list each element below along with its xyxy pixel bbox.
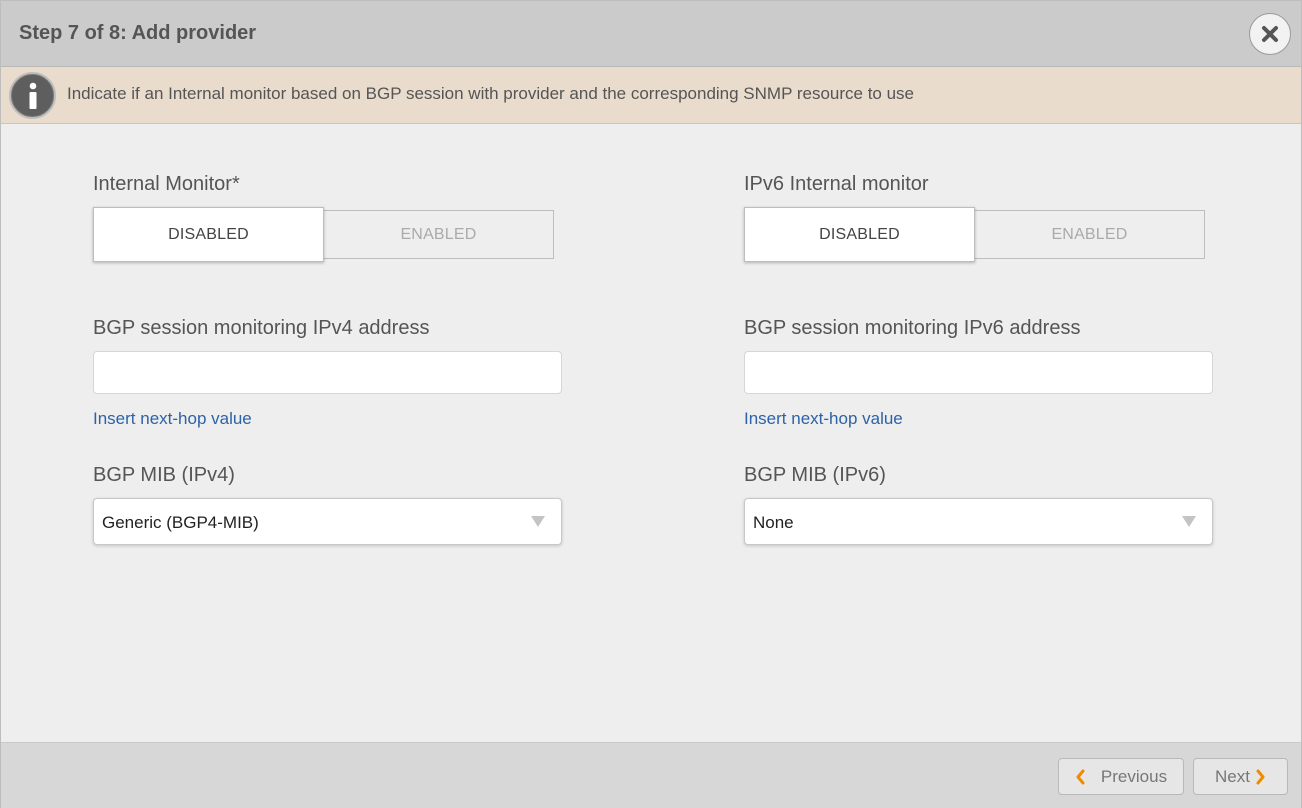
info-banner: Indicate if an Internal monitor based on… <box>1 67 1301 124</box>
ipv6-internal-monitor-disabled-button[interactable]: DISABLED <box>744 207 975 262</box>
bgp-mib-ipv4-value: Generic (BGP4-MIB) <box>102 513 259 532</box>
bgp-mib-ipv6-value: None <box>753 513 794 532</box>
close-icon <box>1262 26 1278 42</box>
bgp-mib-ipv6-label: BGP MIB (IPv6) <box>744 464 886 486</box>
ipv4-address-input[interactable] <box>93 351 562 394</box>
ipv6-internal-monitor-enabled-button[interactable]: ENABLED <box>974 210 1205 259</box>
ipv6-address-label: BGP session monitoring IPv6 address <box>744 317 1081 339</box>
ipv4-address-label: BGP session monitoring IPv4 address <box>93 317 430 339</box>
add-provider-dialog: Step 7 of 8: Add provider Indicate if an… <box>0 0 1302 808</box>
ipv6-insert-next-hop-link[interactable]: Insert next-hop value <box>744 409 903 429</box>
info-icon <box>9 72 56 119</box>
internal-monitor-enabled-button[interactable]: ENABLED <box>323 210 554 259</box>
chevron-left-icon <box>1076 769 1085 784</box>
next-button[interactable]: Next <box>1193 758 1288 795</box>
previous-label: Previous <box>1100 766 1168 786</box>
close-button[interactable] <box>1249 13 1291 55</box>
dialog-title: Step 7 of 8: Add provider <box>19 22 257 44</box>
ipv6-address-input[interactable] <box>744 351 1213 394</box>
bgp-mib-ipv6-select[interactable]: None <box>744 498 1213 545</box>
bgp-mib-ipv4-label: BGP MIB (IPv4) <box>93 464 235 486</box>
ipv6-internal-monitor-label: IPv6 Internal monitor <box>744 173 929 195</box>
chevron-right-icon <box>1256 769 1265 784</box>
dialog-footer: Previous Next <box>1 742 1301 808</box>
bgp-mib-ipv4-select[interactable]: Generic (BGP4-MIB) <box>93 498 562 545</box>
chevron-down-icon <box>1182 516 1196 527</box>
internal-monitor-label: Internal Monitor* <box>93 173 240 195</box>
previous-button[interactable]: Previous <box>1058 758 1184 795</box>
ipv4-insert-next-hop-link[interactable]: Insert next-hop value <box>93 409 252 429</box>
chevron-down-icon <box>531 516 545 527</box>
info-text: Indicate if an Internal monitor based on… <box>67 84 915 103</box>
dialog-header: Step 7 of 8: Add provider <box>1 1 1301 67</box>
internal-monitor-disabled-button[interactable]: DISABLED <box>93 207 324 262</box>
next-label: Next <box>1215 766 1250 786</box>
